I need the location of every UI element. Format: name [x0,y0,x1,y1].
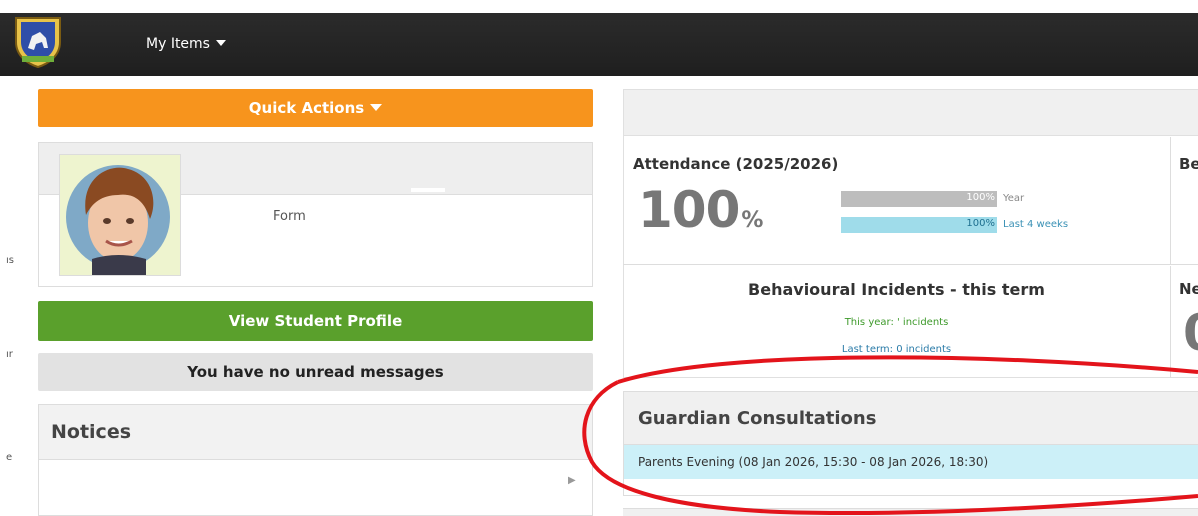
attendance-panel[interactable]: Attendance (2025/2026) 100% 100% Year 10… [623,137,1171,265]
form-label: Form [273,209,306,224]
student-name-redacted [411,188,445,192]
attendance-unit: % [741,208,763,233]
student-photo[interactable] [59,154,181,276]
view-student-profile-button[interactable]: View Student Profile [38,301,593,341]
notices-title: Notices [39,405,592,460]
quick-actions-button[interactable]: Quick Actions [38,89,593,127]
unread-messages-button[interactable]: You have no unread messages [38,353,593,391]
clipped-sidebar-text: ır [6,349,13,360]
behaviour-panel[interactable]: Behavioural Incidents - this term This y… [623,266,1171,378]
consultation-entry[interactable]: Parents Evening (08 Jan 2026, 15:30 - 08… [624,445,1198,479]
attendance-title: Attendance (2025/2026) [633,155,839,173]
bar-label: Year [1003,193,1025,204]
behaviour-last-term: Last term: 0 incidents [841,344,952,355]
caret-down-icon [370,104,383,111]
clipped-sidebar-text: e [6,452,13,463]
next-panel-header [623,508,1198,516]
cut-off-value: 0 [1183,304,1198,362]
behaviour-title: Behavioural Incidents - this term [748,280,1045,299]
bar-label: Last 4 weeks [1003,219,1069,230]
right-panel-header [623,89,1198,136]
cut-off-panel: Be [1171,137,1198,265]
attendance-bar-year: 100% [841,191,997,207]
bar-value: 100% [966,218,995,229]
attendance-bar-last-4-weeks: 100% [841,217,997,233]
guardian-consultations-panel: Guardian Consultations Parents Evening (… [623,391,1198,496]
clipped-sidebar-text: ıs [6,255,14,266]
cut-off-panel: Ne 0 [1171,266,1198,378]
school-crest-logo[interactable] [12,14,64,69]
my-items-label: My Items [146,36,210,52]
notices-panel: Notices ▶ [38,404,593,516]
caret-down-icon [215,40,226,46]
cut-off-heading: Be [1179,155,1198,173]
student-card: Form [38,142,593,287]
my-items-menu[interactable]: My Items [146,36,226,52]
top-navbar: My Items [0,0,1198,76]
cut-off-heading: Ne [1179,280,1198,298]
attendance-percentage: 100% [638,181,763,239]
play-arrow-icon[interactable]: ▶ [568,475,576,486]
consultations-title: Guardian Consultations [624,392,1198,445]
bar-value: 100% [966,192,995,203]
quick-actions-label: Quick Actions [248,99,365,117]
behaviour-this-year: This year: ' incidents [844,317,949,328]
attendance-value: 100 [638,181,740,239]
